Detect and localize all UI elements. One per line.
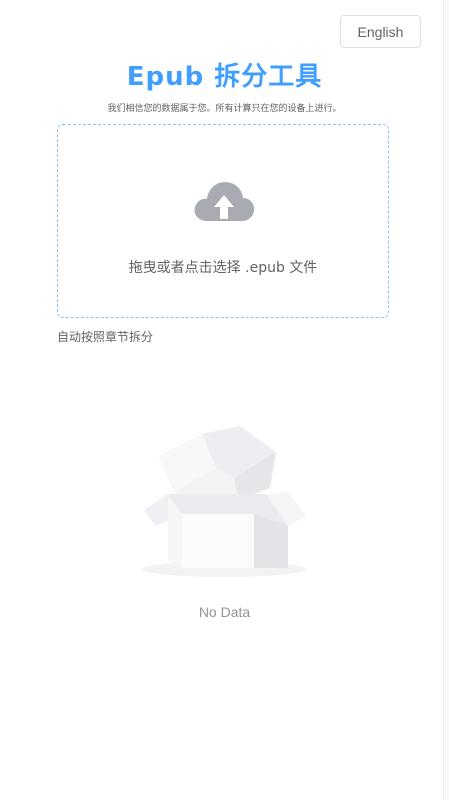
scrollbar[interactable]: [443, 0, 449, 800]
empty-box-icon: [142, 426, 306, 577]
app-page: English Epub 拆分工具 我们相信您的数据属于您。所有计算只在您的设备…: [0, 0, 449, 800]
epub-upload-dropzone[interactable]: 拖曳或者点击选择 .epub 文件: [57, 124, 389, 318]
auto-split-option[interactable]: 自动按照章节拆分: [57, 328, 153, 345]
privacy-subtitle: 我们相信您的数据属于您。所有计算只在您的设备上进行。: [107, 104, 342, 114]
empty-state-text: No Data: [198, 604, 251, 620]
page-title: Epub 拆分工具: [126, 62, 323, 92]
language-toggle-button[interactable]: English: [340, 15, 421, 48]
upload-prompt: 拖曳或者点击选择 .epub 文件: [128, 260, 318, 276]
cloud-upload-icon: [194, 182, 255, 221]
